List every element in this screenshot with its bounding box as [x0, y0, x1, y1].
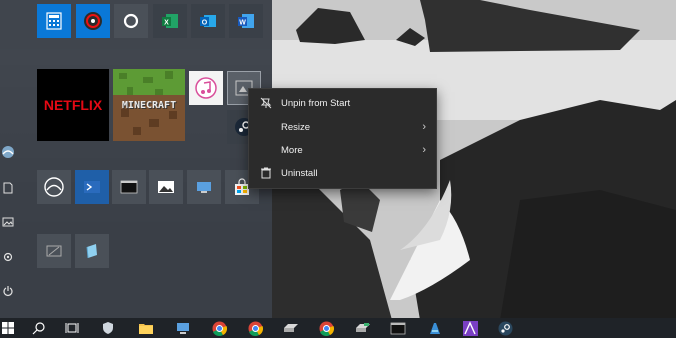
taskbar-chrome-3[interactable]	[318, 320, 334, 336]
documents-icon[interactable]	[0, 180, 16, 196]
command-prompt-icon	[120, 180, 138, 194]
ctx-uninstall[interactable]: Uninstall	[249, 162, 438, 184]
search-icon	[32, 321, 45, 334]
minecraft-logo: MINECRAFT	[121, 99, 177, 111]
landscape-app-icon	[44, 177, 64, 197]
user-avatar-icon[interactable]	[0, 144, 16, 160]
taskbar-file-explorer[interactable]	[138, 320, 154, 336]
remote-desktop-tile[interactable]	[187, 170, 221, 204]
netflix-logo: NETFLIX	[43, 97, 103, 113]
start-menu: X O W NETFLIX MINECRAFT	[0, 0, 272, 318]
taskbar-remote-desktop[interactable]	[175, 320, 191, 336]
power-icon[interactable]	[0, 283, 16, 299]
word-icon: W	[238, 14, 254, 28]
svg-text:X: X	[164, 20, 169, 27]
search-button[interactable]	[30, 320, 46, 336]
taskbar	[0, 318, 676, 338]
app-tile-disabled[interactable]	[37, 234, 71, 268]
itunes-tile[interactable]	[189, 71, 223, 105]
taskbar-chrome-2[interactable]	[247, 320, 263, 336]
taskbar-drive-green[interactable]	[355, 320, 371, 336]
netflix-tile[interactable]: NETFLIX	[37, 69, 109, 141]
ctx-more[interactable]: More ›	[249, 139, 438, 161]
monitor-icon	[177, 322, 189, 334]
start-left-rail	[0, 0, 22, 318]
terminal-icon	[390, 322, 406, 334]
drive-icon	[284, 324, 298, 332]
steam-icon	[498, 321, 512, 335]
chevron-right-icon: ›	[422, 144, 426, 156]
unpin-icon	[259, 96, 273, 110]
windows-logo-icon	[2, 322, 14, 334]
taskbar-steam[interactable]	[497, 320, 513, 336]
ctx-label: Uninstall	[281, 167, 318, 179]
shield-icon	[103, 322, 113, 334]
windows-start-button[interactable]	[0, 320, 16, 336]
app-tile-landscape[interactable]	[37, 170, 71, 204]
excel-tile[interactable]: X	[153, 4, 187, 38]
task-view-icon	[65, 323, 79, 333]
photos-tile[interactable]	[149, 170, 183, 204]
calculator-icon	[46, 12, 62, 30]
ctx-label: Unpin from Start	[281, 97, 351, 109]
word-tile[interactable]: W	[229, 4, 263, 38]
svg-text:O: O	[202, 20, 208, 27]
taskbar-terminal[interactable]	[390, 320, 406, 336]
ctx-label: More	[281, 144, 303, 156]
outlook-tile[interactable]: O	[191, 4, 225, 38]
taskbar-app-blue[interactable]	[427, 320, 443, 336]
taskbar-app-purple[interactable]	[462, 320, 478, 336]
groove-music-icon	[84, 12, 102, 30]
ctx-resize[interactable]: Resize ›	[249, 116, 438, 138]
task-view-button[interactable]	[64, 320, 80, 336]
itunes-icon	[195, 77, 217, 99]
calculator-tile[interactable]	[37, 4, 71, 38]
muted-app-icon	[46, 245, 62, 257]
cube-app-icon	[86, 244, 97, 259]
taskbar-chrome-1[interactable]	[211, 320, 227, 336]
pictures-icon[interactable]	[0, 214, 16, 230]
chrome-icon	[212, 321, 227, 336]
chevron-right-icon: ›	[422, 121, 426, 133]
desktop-screen: X O W NETFLIX MINECRAFT Unpin from Start…	[0, 0, 676, 338]
trash-icon	[259, 166, 273, 180]
excel-icon: X	[162, 14, 178, 28]
remote-desktop-icon	[197, 182, 211, 193]
powershell-icon	[84, 181, 100, 193]
minecraft-tile[interactable]: MINECRAFT	[113, 69, 185, 141]
powershell-tile[interactable]	[75, 170, 109, 204]
photos-icon	[158, 181, 174, 193]
chrome-icon	[319, 321, 334, 336]
app-tile-cube[interactable]	[75, 234, 109, 268]
ctx-label: Resize	[281, 121, 311, 133]
cortana-icon	[123, 13, 139, 29]
ctx-unpin-from-start[interactable]: Unpin from Start	[249, 92, 438, 114]
svg-text:W: W	[239, 20, 246, 27]
purple-app-icon	[462, 320, 478, 336]
settings-gear-icon[interactable]	[0, 249, 16, 265]
chrome-icon	[248, 321, 263, 336]
taskbar-shield-app[interactable]	[100, 320, 116, 336]
drive-icon	[356, 323, 370, 332]
cortana-tile[interactable]	[114, 4, 148, 38]
tile-context-menu: Unpin from Start Resize › More › Uninsta…	[248, 88, 437, 189]
taskbar-drive[interactable]	[283, 320, 299, 336]
groove-music-tile[interactable]	[76, 4, 110, 38]
command-prompt-tile[interactable]	[112, 170, 146, 204]
outlook-icon: O	[200, 15, 216, 27]
folder-icon	[139, 323, 153, 334]
blue-app-icon	[430, 322, 440, 334]
